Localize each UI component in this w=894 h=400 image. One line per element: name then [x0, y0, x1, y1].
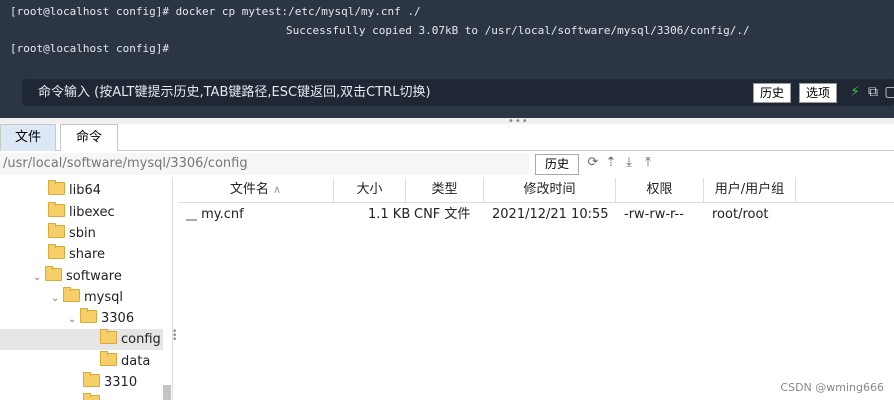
tree-item-label: share [69, 247, 106, 262]
tab-commands[interactable]: 命令 [60, 124, 118, 151]
path-history-button[interactable]: 历史 [535, 154, 579, 175]
folder-icon [48, 223, 65, 238]
tree-item-label: sbin [69, 226, 96, 241]
folder-icon [83, 372, 100, 387]
file-permissions-cell: -rw-rw-r-- [624, 207, 684, 222]
folder-icon [83, 393, 100, 400]
tree-item-3310[interactable]: 3310 [83, 372, 137, 393]
folder-icon [100, 351, 117, 366]
tree-item-label: config [121, 332, 161, 347]
file-name-cell[interactable]: ⎽ my.cnf [186, 204, 244, 226]
terminal-line: Successfully copied 3.07kB to /usr/local… [286, 24, 750, 37]
tree-item-data[interactable]: data [100, 351, 150, 372]
chevron-down-icon[interactable]: ⌄ [51, 288, 63, 309]
column-header-size[interactable]: 大小 [334, 178, 406, 202]
column-label: 文件名 [229, 182, 269, 197]
download-icon[interactable]: ⤓ [621, 154, 637, 172]
tree-item-libexec[interactable]: libexec [48, 202, 115, 223]
file-type-cell: CNF 文件 [414, 207, 471, 222]
file-modified-cell: 2021/12/21 10:55 [492, 207, 609, 222]
expand-icon[interactable]: ▢ [883, 82, 894, 102]
watermark: CSDN @wming666 [780, 381, 884, 394]
file-owner-cell: root/root [712, 207, 769, 222]
lightning-icon[interactable]: ⚡ [847, 82, 863, 102]
folder-icon [80, 308, 97, 323]
tree-item-partial[interactable] [83, 393, 104, 400]
file-list-header: 文件名 ∧ 大小 类型 修改时间 权限 用户/用户组 [178, 178, 894, 203]
upload-icon[interactable]: ⤒ [640, 154, 656, 172]
chevron-down-icon[interactable]: ⌄ [33, 267, 45, 288]
terminal-panel[interactable]: [root@localhost config]# docker cp mytes… [0, 0, 894, 118]
tree-scrollbar[interactable] [163, 385, 171, 400]
column-header-type[interactable]: 类型 [406, 178, 484, 202]
folder-icon [45, 266, 62, 281]
tab-bar: 文件 命令 [0, 124, 894, 151]
tree-item-label: mysql [84, 290, 123, 305]
folder-icon [63, 287, 80, 302]
column-header-owner[interactable]: 用户/用户组 [704, 178, 796, 202]
tree-item-label: 3306 [101, 311, 135, 326]
chevron-down-icon[interactable]: ⌄ [68, 309, 80, 330]
terminal-line: [root@localhost config]# docker cp mytes… [10, 5, 421, 18]
refresh-icon[interactable]: ⟳ [585, 154, 601, 172]
command-input[interactable]: 命令输入 (按ALT键提示历史,TAB键路径,ESC键返回,双击CTRL切换) [38, 79, 431, 106]
path-bar: /usr/local/software/mysql/3306/config 历史… [0, 151, 894, 177]
tree-item-share[interactable]: share [48, 244, 105, 265]
tree-item-sbin[interactable]: sbin [48, 223, 96, 244]
column-header-name[interactable]: 文件名 ∧ [178, 178, 334, 202]
file-icon: ⎽ [186, 208, 197, 221]
folder-icon [48, 244, 65, 259]
column-header-modified[interactable]: 修改时间 [484, 178, 616, 202]
folder-icon [48, 202, 65, 217]
copy-icon[interactable]: ⧉ [865, 82, 881, 102]
tree-item-config[interactable]: config [0, 329, 163, 350]
tree-item-mysql[interactable]: ⌄ mysql [51, 287, 123, 308]
sort-ascending-icon: ∧ [273, 183, 282, 196]
tree-item-label: software [66, 269, 122, 284]
directory-tree[interactable]: lib64 libexec sbin share ⌄ software ⌄ mysq… [0, 178, 173, 400]
tree-item-label: lib64 [69, 183, 102, 198]
path-input[interactable]: /usr/local/software/mysql/3306/config [0, 153, 529, 175]
folder-icon [48, 180, 65, 195]
file-name: my.cnf [201, 207, 244, 222]
tree-item-label: data [121, 354, 151, 369]
folder-icon [100, 329, 117, 344]
file-size-cell: 1.1 KB [368, 207, 411, 222]
file-list[interactable]: 文件名 ∧ 大小 类型 修改时间 权限 用户/用户组 ⎽ my.cnf 1.1 … [178, 178, 894, 400]
column-header-permissions[interactable]: 权限 [616, 178, 704, 202]
tree-item-label: 3310 [104, 375, 138, 390]
tree-item-3306[interactable]: ⌄ 3306 [68, 308, 134, 329]
tree-item-lib64[interactable]: lib64 [48, 180, 101, 201]
tree-item-software[interactable]: ⌄ software [33, 266, 122, 287]
parent-dir-icon[interactable]: ⇡ [603, 154, 619, 172]
tab-files[interactable]: 文件 [0, 124, 56, 151]
terminal-prompt: [root@localhost config]# [10, 42, 169, 55]
command-input-bar[interactable]: 命令输入 (按ALT键提示历史,TAB键路径,ESC键返回,双击CTRL切换) … [22, 79, 894, 106]
command-history-button[interactable]: 历史 [753, 83, 792, 103]
command-options-button[interactable]: 选项 [799, 83, 838, 103]
tree-item-label: libexec [69, 205, 115, 220]
